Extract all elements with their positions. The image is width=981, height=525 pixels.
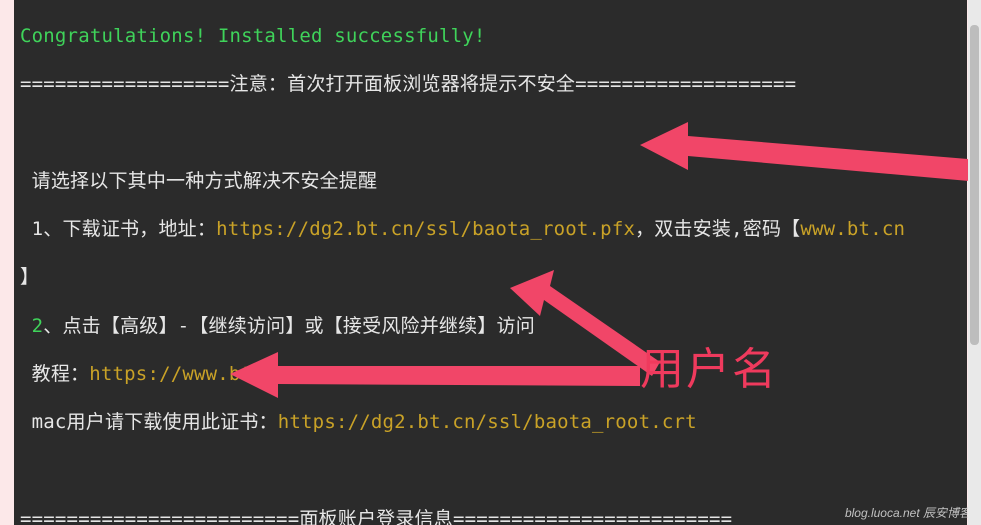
tutorial-line: 教程：https://www.bt.cn/bbs/thread-117246-1…: [20, 362, 963, 386]
blank-line-2: [20, 458, 963, 482]
option-2: 2、点击【高级】-【继续访问】或【接受风险并继续】访问: [20, 314, 963, 338]
annotation-username: 用户名: [640, 342, 778, 398]
url-mac-crt: https://dg2.bt.cn/ssl/baota_root.crt: [278, 411, 697, 433]
option-1: 1、下载证书，地址：https://dg2.bt.cn/ssl/baota_ro…: [20, 217, 963, 241]
url-ssl-pfx: https://dg2.bt.cn/ssl/baota_root.pfx: [216, 218, 635, 240]
mac-cert-line: mac用户请下载使用此证书：https://dg2.bt.cn/ssl/baot…: [20, 410, 963, 434]
scrollbar[interactable]: [968, 0, 981, 525]
url-tutorial: https://www.bt.cn/bbs/thread-117246-1-1.…: [89, 363, 601, 385]
scrollbar-thumb[interactable]: [970, 25, 979, 345]
blank-line: [20, 121, 963, 145]
terminal-window[interactable]: Congratulations! Installed successfully!…: [14, 0, 967, 525]
divider-notice: ==================注意：首次打开面板浏览器将提示不安全====…: [20, 72, 963, 96]
divider-panel: ========================面板账户登录信息========…: [20, 507, 963, 525]
install-success: Congratulations! Installed successfully!: [20, 25, 486, 47]
hint-select: 请选择以下其中一种方式解决不安全提醒: [20, 169, 963, 193]
watermark: blog.luoca.net 辰安博客: [845, 506, 971, 521]
option-1-close: 】: [20, 265, 963, 289]
